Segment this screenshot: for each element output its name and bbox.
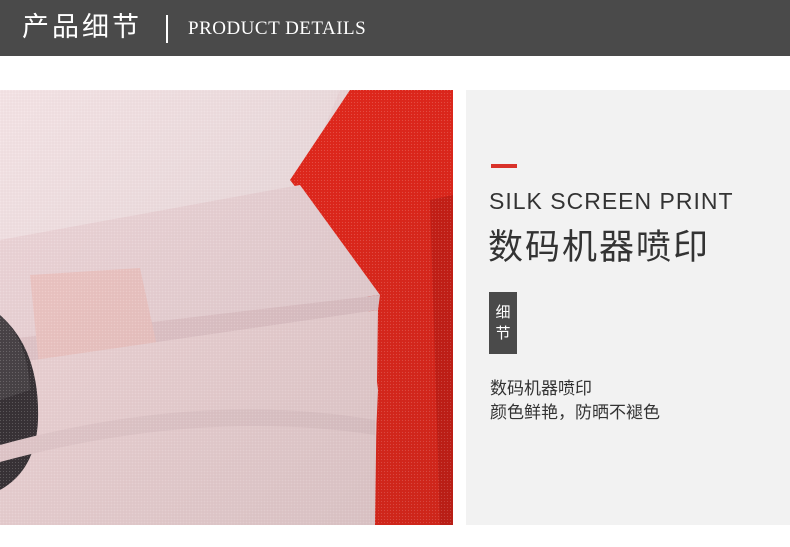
detail-badge: 细 节 [489,292,517,354]
accent-line [491,164,517,168]
header-bar: 产品细节 PRODUCT DETAILS [0,0,790,56]
fabric-detail-photo [0,90,453,525]
panel-description: 数码机器喷印 颜色鲜艳，防晒不褪色 [490,377,660,425]
panel-title-en: SILK SCREEN PRINT [489,188,734,214]
header-divider [166,15,168,43]
header-title-en: PRODUCT DETAILS [188,18,367,39]
badge-char-1: 细 [495,303,511,321]
description-line-1: 数码机器喷印 [490,379,592,399]
description-line-2: 颜色鲜艳，防晒不褪色 [490,403,660,423]
badge-char-2: 节 [495,324,511,342]
panel-title-cn: 数码机器喷印 [488,228,711,268]
header-title-cn: 产品细节 [22,12,142,43]
